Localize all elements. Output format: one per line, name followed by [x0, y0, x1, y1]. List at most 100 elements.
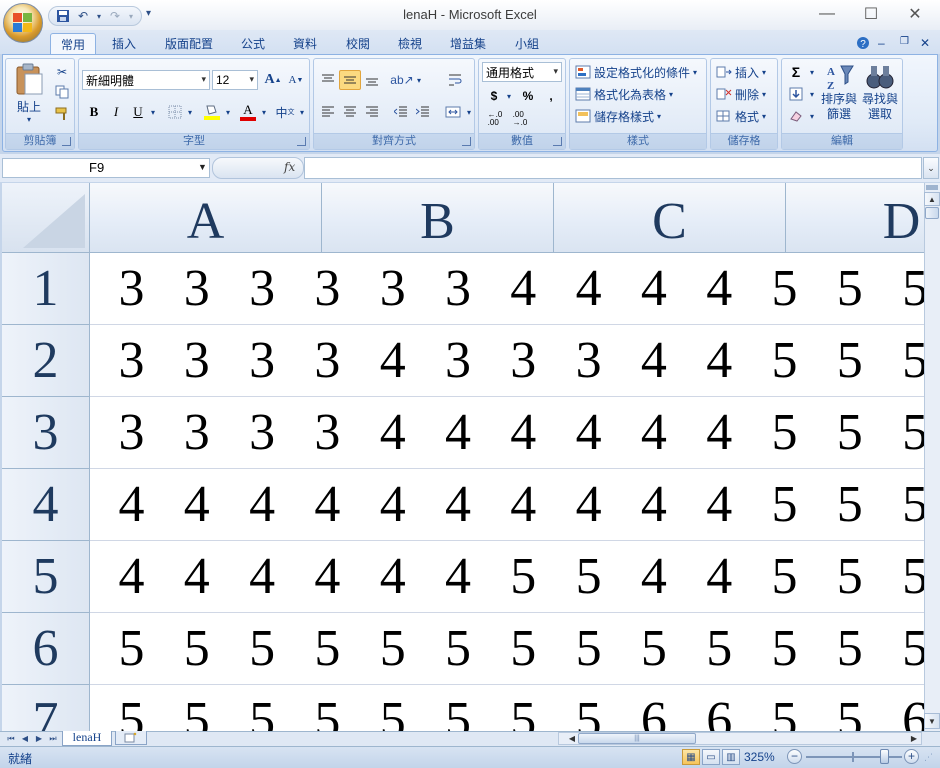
align-middle-icon[interactable]: [339, 70, 361, 90]
cell-value[interactable]: 5: [491, 541, 556, 613]
align-center-icon[interactable]: [339, 102, 361, 122]
tab-add-ins[interactable]: 增益集: [440, 33, 496, 54]
underline-dropdown-icon[interactable]: ▾: [148, 102, 158, 122]
comma-button[interactable]: ,: [541, 86, 561, 106]
conditional-formatting-button[interactable]: 設定格式化的條件 ▾: [574, 62, 704, 82]
format-painter-icon[interactable]: [52, 105, 72, 123]
zoom-slider-thumb[interactable]: [880, 749, 889, 764]
cell-value[interactable]: 3: [491, 325, 556, 397]
column-header-c[interactable]: C: [554, 183, 786, 253]
increase-indent-icon[interactable]: [412, 102, 434, 122]
page-break-preview-icon[interactable]: ▥: [722, 749, 740, 765]
autosum-dropdown-icon[interactable]: ▾: [807, 62, 817, 82]
cell-value[interactable]: 3: [164, 253, 229, 325]
cell-value[interactable]: 5: [99, 685, 164, 731]
cell-value[interactable]: 3: [426, 253, 491, 325]
cell-value[interactable]: 3: [164, 397, 229, 469]
format-as-table-button[interactable]: 格式化為表格 ▾: [574, 84, 704, 104]
cell-value[interactable]: 3: [556, 325, 621, 397]
ribbon-restore-icon[interactable]: ❐: [900, 36, 909, 47]
row-header-7[interactable]: 7: [2, 685, 90, 731]
cell-value[interactable]: 3: [99, 325, 164, 397]
horizontal-scroll-thumb[interactable]: |||: [578, 733, 696, 744]
cell-value[interactable]: 4: [687, 253, 752, 325]
cell-value[interactable]: 4: [621, 325, 686, 397]
cell-value[interactable]: 4: [295, 541, 360, 613]
cell-value[interactable]: 4: [556, 253, 621, 325]
row-header-6[interactable]: 6: [2, 613, 90, 685]
align-bottom-icon[interactable]: [361, 70, 383, 90]
orientation-icon[interactable]: ab↗: [390, 70, 414, 90]
cell-value[interactable]: 6: [687, 685, 752, 731]
cell-value[interactable]: 4: [360, 397, 425, 469]
tab-insert[interactable]: 插入: [102, 33, 146, 54]
cell-value[interactable]: 5: [491, 613, 556, 685]
cell-value[interactable]: 4: [491, 253, 556, 325]
autosum-button[interactable]: Σ: [785, 62, 807, 82]
cell-value[interactable]: 4: [556, 397, 621, 469]
number-format-dropdown-icon[interactable]: ▾: [553, 66, 558, 77]
cell-value[interactable]: 5: [817, 541, 882, 613]
vertical-scrollbar[interactable]: [924, 183, 940, 731]
cell-value[interactable]: 5: [883, 541, 924, 613]
row-header-2[interactable]: 2: [2, 325, 90, 397]
percent-button[interactable]: %: [517, 86, 539, 106]
ribbon-minimize-icon[interactable]: –: [878, 36, 885, 50]
vertical-split-handle[interactable]: [926, 185, 938, 190]
zoom-in-icon[interactable]: +: [904, 749, 919, 764]
cell-value[interactable]: 5: [295, 685, 360, 731]
cell-value[interactable]: 6: [621, 685, 686, 731]
cell-value[interactable]: 5: [752, 541, 817, 613]
tab-review[interactable]: 校閱: [336, 33, 380, 54]
shrink-font-button[interactable]: A ▼: [285, 70, 307, 90]
cell-value[interactable]: 4: [426, 541, 491, 613]
phonetic-guide-icon[interactable]: 中文: [273, 102, 297, 122]
wrap-text-icon[interactable]: [444, 70, 466, 90]
font-name-dropdown-icon[interactable]: ▾: [201, 74, 206, 85]
cell-value[interactable]: 5: [817, 325, 882, 397]
cell-value[interactable]: 5: [426, 613, 491, 685]
cell-value[interactable]: 4: [230, 469, 295, 541]
insert-cells-button[interactable]: 插入 ▾: [715, 62, 777, 82]
cell-value[interactable]: 4: [687, 469, 752, 541]
cell-value[interactable]: 5: [556, 541, 621, 613]
cell-value[interactable]: 5: [817, 613, 882, 685]
last-sheet-icon[interactable]: ⏭: [46, 732, 60, 745]
underline-button[interactable]: U: [128, 102, 148, 122]
find-select-button[interactable]: 尋找與 選取: [860, 61, 900, 131]
cell-value[interactable]: 4: [687, 397, 752, 469]
decrease-indent-icon[interactable]: [390, 102, 412, 122]
clear-dropdown-icon[interactable]: ▾: [807, 106, 817, 126]
cell-value[interactable]: 5: [556, 685, 621, 731]
scroll-right-icon[interactable]: ▶: [908, 733, 920, 744]
cell-value[interactable]: 5: [883, 613, 924, 685]
cell-value[interactable]: 5: [360, 613, 425, 685]
cell-value[interactable]: 5: [360, 685, 425, 731]
cell-value[interactable]: 4: [621, 397, 686, 469]
cell-value[interactable]: 5: [621, 613, 686, 685]
phonetic-dropdown-icon[interactable]: ▾: [297, 102, 307, 122]
tab-formulas[interactable]: 公式: [231, 33, 275, 54]
merge-dropdown-icon[interactable]: ▾: [464, 102, 474, 122]
zoom-out-icon[interactable]: −: [787, 749, 802, 764]
column-header-a[interactable]: A: [90, 183, 322, 253]
sort-filter-button[interactable]: AZ 排序與 篩選: [819, 61, 859, 131]
italic-button[interactable]: I: [106, 102, 126, 122]
font-color-dropdown-icon[interactable]: ▾: [259, 102, 269, 122]
cell-value[interactable]: 3: [99, 253, 164, 325]
help-icon[interactable]: ?: [856, 36, 870, 53]
cell-value[interactable]: 4: [687, 325, 752, 397]
tab-page-layout[interactable]: 版面配置: [155, 33, 223, 54]
cell-value[interactable]: 4: [230, 541, 295, 613]
scroll-left-icon[interactable]: ◀: [566, 733, 578, 744]
cell-value[interactable]: 3: [230, 397, 295, 469]
merge-center-icon[interactable]: [442, 102, 464, 122]
name-box-dropdown-icon[interactable]: ▼: [198, 162, 207, 172]
number-format-box[interactable]: 通用格式 ▾: [482, 62, 562, 82]
cell-value[interactable]: 4: [164, 469, 229, 541]
cell-value[interactable]: 5: [687, 613, 752, 685]
cell-value[interactable]: 4: [99, 469, 164, 541]
tab-home[interactable]: 常用: [50, 33, 97, 54]
cell-value[interactable]: 4: [621, 253, 686, 325]
prev-sheet-icon[interactable]: ◀: [18, 732, 32, 745]
